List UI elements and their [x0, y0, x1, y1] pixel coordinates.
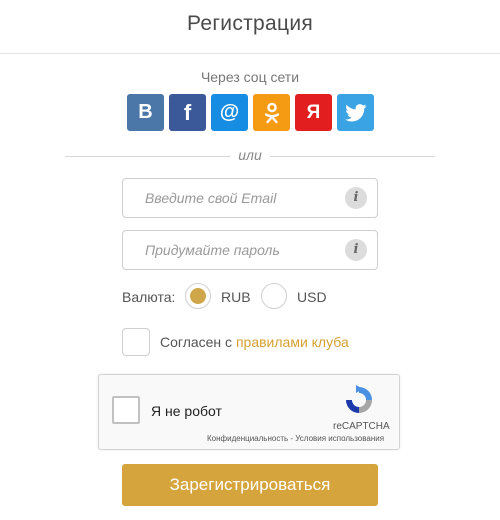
recaptcha-brand: reCAPTCHA — [333, 421, 390, 432]
recaptcha-checkbox[interactable] — [112, 396, 140, 424]
facebook-icon: f — [183, 99, 192, 125]
twitter-login-button[interactable] — [337, 94, 374, 131]
currency-usd-label[interactable]: USD — [297, 289, 327, 305]
social-caption: Через соц сети — [200, 69, 300, 85]
recaptcha-label: Я не робот — [151, 403, 222, 419]
currency-rub-label[interactable]: RUB — [221, 289, 251, 305]
club-rules-link[interactable]: правилами клуба — [236, 334, 349, 350]
email-field-wrapper: i — [122, 178, 378, 218]
facebook-login-button[interactable]: f — [169, 94, 206, 131]
yandex-icon: Я — [306, 101, 321, 123]
page-title: Регистрация — [186, 12, 314, 35]
yandex-login-button[interactable]: Я — [295, 94, 332, 131]
register-button[interactable]: Зарегистрироваться — [122, 464, 378, 506]
divider-left — [65, 156, 230, 157]
password-info-icon[interactable]: i — [345, 239, 367, 261]
social-buttons: B f @ Я — [127, 94, 374, 131]
password-field[interactable] — [123, 231, 343, 269]
header: Регистрация — [0, 0, 500, 54]
password-field-wrapper: i — [122, 230, 378, 270]
currency-radio-rub[interactable] — [185, 283, 211, 309]
odnoklassniki-login-button[interactable] — [253, 94, 290, 131]
radio-selected-dot — [190, 288, 206, 304]
agree-checkbox[interactable] — [122, 328, 150, 356]
mailru-icon: @ — [219, 101, 240, 123]
vk-login-button[interactable]: B — [127, 94, 164, 131]
twitter-bird-icon — [344, 103, 367, 122]
recaptcha-logo-icon — [343, 384, 375, 416]
email-info-icon[interactable]: i — [345, 187, 367, 209]
or-separator: или — [238, 147, 262, 163]
agree-prefix: Согласен с — [160, 334, 236, 350]
currency-radio-usd[interactable] — [261, 283, 287, 309]
agree-text: Согласен с правилами клуба — [160, 334, 349, 350]
odnoklassniki-icon — [263, 102, 281, 124]
currency-label: Валюта: — [122, 289, 176, 305]
email-field[interactable] — [123, 179, 343, 217]
recaptcha-widget: Я не робот reCAPTCHA Конфиденциальность … — [98, 374, 400, 450]
divider-right — [270, 156, 435, 157]
recaptcha-terms[interactable]: Конфиденциальность - Условия использован… — [207, 434, 384, 443]
vk-icon: B — [138, 101, 153, 123]
mailru-login-button[interactable]: @ — [211, 94, 248, 131]
